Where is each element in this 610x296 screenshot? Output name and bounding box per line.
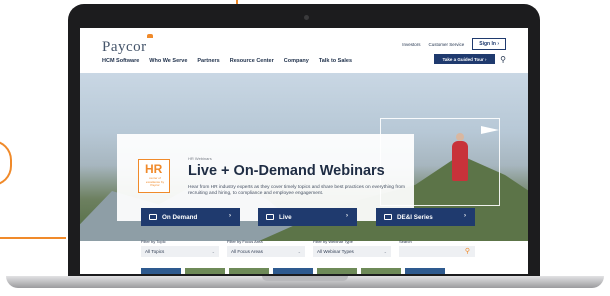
- page-title: Live + On-Demand Webinars: [188, 163, 385, 179]
- site-header: Paycor HCM Software Who We Serve Partner…: [80, 28, 528, 73]
- filter-type-select[interactable]: All Webinar Types ⌄: [313, 246, 391, 257]
- tab-live[interactable]: Live ›: [258, 208, 357, 226]
- chevron-right-icon: ›: [346, 213, 348, 219]
- utility-nav: Investors Customer Service Sign In ›: [402, 38, 506, 50]
- chevron-right-icon: ›: [464, 213, 466, 219]
- filter-focus-label: Filter by Focus Area: [227, 239, 263, 244]
- guided-tour-label: Take a Guided Tour: [442, 56, 484, 62]
- logo[interactable]: Paycor: [102, 39, 147, 56]
- paper-plane-icon: [481, 126, 499, 134]
- calendar-icon: [266, 214, 274, 220]
- sign-in-button[interactable]: Sign In ›: [472, 38, 506, 50]
- hr-logo-subtext: center of excellence by Paycor: [145, 176, 165, 187]
- menu-item-talk-to-sales[interactable]: Talk to Sales: [319, 58, 352, 64]
- search-label: Search: [399, 239, 412, 244]
- decorative-line: [0, 237, 66, 239]
- filter-type-label: Filter by Webinar Type: [313, 239, 353, 244]
- chevron-right-icon: ›: [497, 41, 499, 47]
- webinar-thumbnail[interactable]: [273, 268, 313, 274]
- filter-type-value: All Webinar Types: [317, 249, 354, 254]
- tab-on-demand[interactable]: On Demand ›: [141, 208, 240, 226]
- camera-icon: [304, 15, 309, 20]
- search-icon[interactable]: ⚲: [465, 247, 470, 255]
- chevron-down-icon: ⌄: [297, 249, 301, 254]
- webinar-thumbnails: [141, 268, 475, 274]
- filter-focus-select[interactable]: All Focus Areas ⌄: [227, 246, 305, 257]
- tab-label: Live: [279, 213, 292, 221]
- chevron-down-icon: ⌄: [211, 249, 215, 254]
- hr-logo-mark: HR: [145, 162, 163, 176]
- filter-topic-select[interactable]: All Topics ⌄: [141, 246, 219, 257]
- menu-item-resource-center[interactable]: Resource Center: [230, 58, 274, 64]
- sign-in-label: Sign In: [479, 41, 496, 47]
- guided-tour-button[interactable]: Take a Guided Tour ›: [434, 54, 495, 64]
- webinar-thumbnail[interactable]: [317, 268, 357, 274]
- customer-service-link[interactable]: Customer Service: [429, 42, 465, 47]
- investors-link[interactable]: Investors: [402, 42, 420, 47]
- webinar-thumbnail[interactable]: [185, 268, 225, 274]
- tab-label: On Demand: [162, 213, 198, 221]
- stage: Paycor HCM Software Who We Serve Partner…: [0, 0, 610, 296]
- menu-item-partners[interactable]: Partners: [197, 58, 219, 64]
- logo-mark-icon: [147, 34, 153, 38]
- webinar-thumbnail[interactable]: [229, 268, 269, 274]
- hero-eyebrow: HR Webinars: [188, 156, 212, 161]
- laptop-notch: [262, 276, 348, 281]
- webinar-thumbnail[interactable]: [361, 268, 401, 274]
- search-icon[interactable]: ⚲: [500, 55, 506, 64]
- people-icon: [384, 214, 392, 220]
- filter-focus-value: All Focus Areas: [231, 249, 263, 254]
- menu-item-who-we-serve[interactable]: Who We Serve: [149, 58, 187, 64]
- hero-description: Hear from HR industry experts as they co…: [188, 185, 406, 196]
- menu-item-hcm-software[interactable]: HCM Software: [102, 58, 139, 64]
- webinar-tabs: On Demand › Live › DE&I Series ›: [141, 208, 475, 226]
- chevron-right-icon: ›: [229, 213, 231, 219]
- monitor-icon: [149, 214, 157, 220]
- tab-dei-series[interactable]: DE&I Series ›: [376, 208, 475, 226]
- hr-center-logo: HR center of excellence by Paycor: [138, 159, 170, 193]
- menu-item-company[interactable]: Company: [284, 58, 309, 64]
- filter-topic-label: Filter by Topic: [141, 239, 166, 244]
- filter-topic-value: All Topics: [145, 249, 165, 254]
- chevron-right-icon: ›: [485, 56, 487, 62]
- main-menu: HCM Software Who We Serve Partners Resou…: [102, 58, 352, 64]
- webinar-thumbnail[interactable]: [405, 268, 445, 274]
- tab-label: DE&I Series: [397, 213, 433, 221]
- screen: Paycor HCM Software Who We Serve Partner…: [80, 28, 528, 274]
- webinar-thumbnail[interactable]: [141, 268, 181, 274]
- search-input[interactable]: ⚲: [399, 246, 475, 257]
- chevron-down-icon: ⌄: [383, 249, 387, 254]
- decorative-arc: [0, 140, 12, 186]
